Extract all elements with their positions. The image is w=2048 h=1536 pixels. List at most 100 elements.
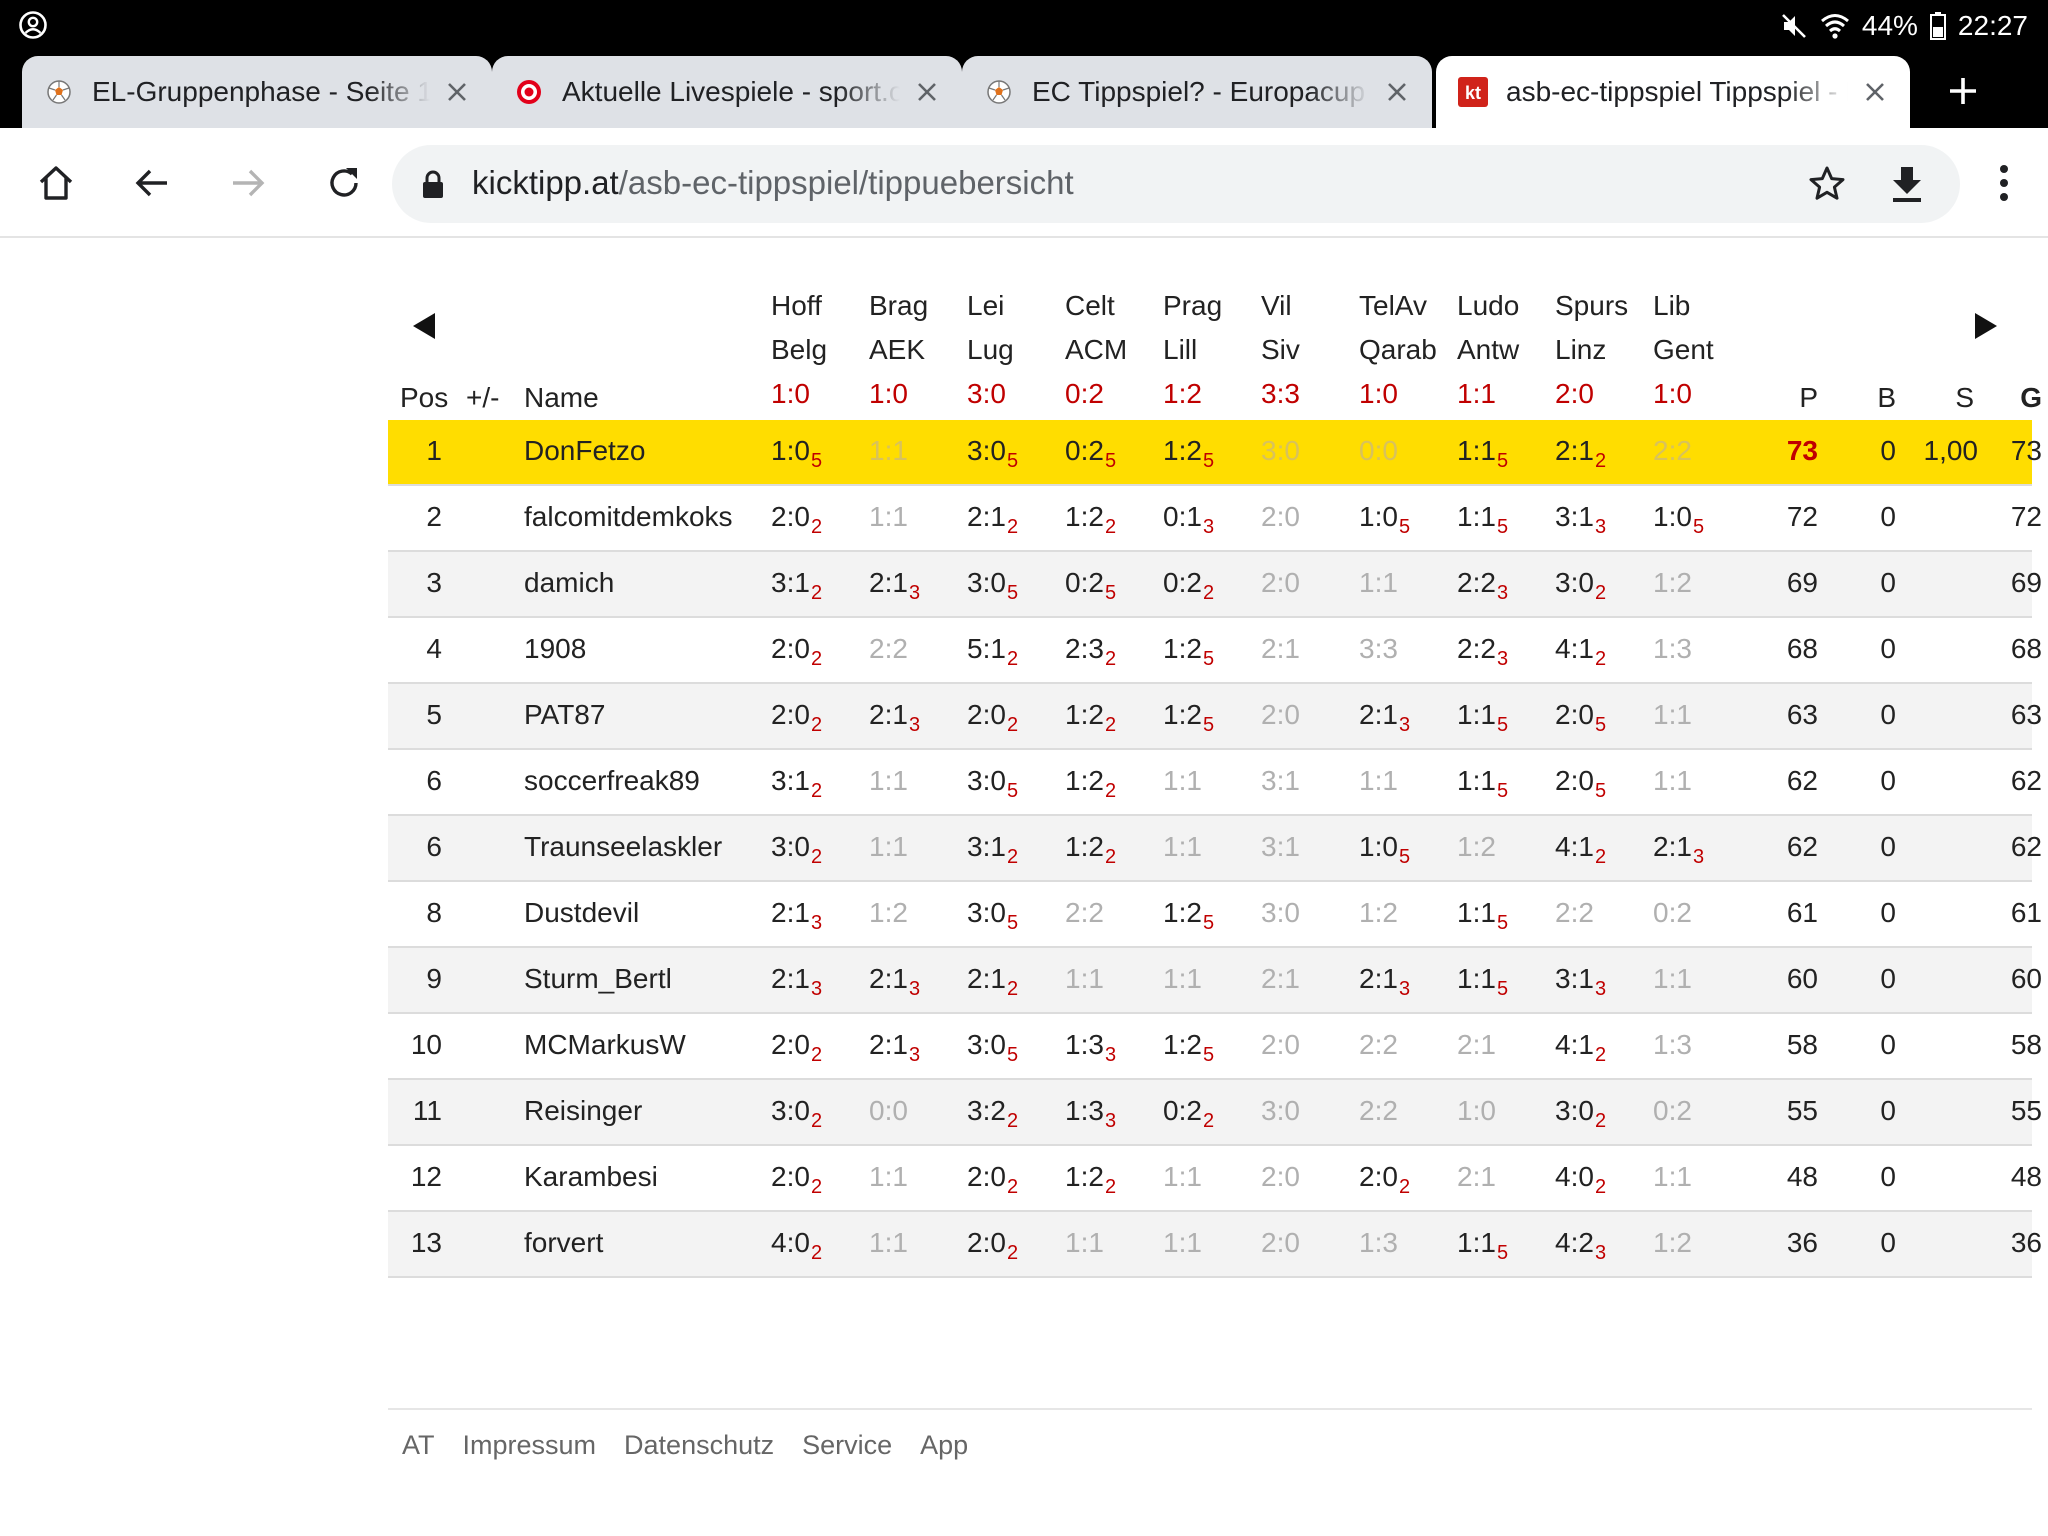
footer-link-at[interactable]: AT xyxy=(402,1430,435,1461)
header-change: +/- xyxy=(466,382,500,413)
match-home-team[interactable]: Vil xyxy=(1261,290,1292,322)
row-tip: 4:12 xyxy=(1555,830,1606,868)
tip-score: 1:0 xyxy=(1457,1095,1496,1126)
new-tab-button[interactable] xyxy=(1940,68,1986,114)
tip-score: 2:1 xyxy=(1457,1029,1496,1060)
match-home-team[interactable]: Hoff xyxy=(771,290,822,322)
match-home-team[interactable]: TelAv xyxy=(1359,290,1427,322)
row-position: 6 xyxy=(426,765,442,796)
match-home-team[interactable]: Lib xyxy=(1653,290,1690,322)
tip-score: 1:1 xyxy=(1457,765,1496,796)
row-tip: 1:3 xyxy=(1653,632,1692,666)
tip-score: 3:0 xyxy=(1261,435,1300,466)
close-tab-icon[interactable] xyxy=(1380,75,1414,109)
close-tab-icon[interactable] xyxy=(1858,75,1892,109)
tip-score: 1:1 xyxy=(1359,567,1398,598)
tab-kicktipp-active[interactable]: kt asb-ec-tippspiel Tippspiel - Kicktipp xyxy=(1436,56,1910,128)
row-tip: 1:22 xyxy=(1065,500,1116,538)
row-player-name[interactable]: Sturm_Bertl xyxy=(524,962,672,996)
tip-points: 5 xyxy=(1006,450,1019,472)
match-home-team[interactable]: Celt xyxy=(1065,290,1115,322)
row-player-name[interactable]: damich xyxy=(524,566,614,600)
row-tip: 1:22 xyxy=(1065,698,1116,736)
tip-score: 1:1 xyxy=(1065,963,1104,994)
row-player-name[interactable]: Reisinger xyxy=(524,1094,642,1128)
match-home-team[interactable]: Ludo xyxy=(1457,290,1519,322)
row-total: 69 xyxy=(2010,567,2042,598)
tip-points: 3 xyxy=(1496,582,1509,604)
tip-score: 1:1 xyxy=(1457,1227,1496,1258)
tip-score: 2:1 xyxy=(1653,831,1692,862)
tip-points: 2 xyxy=(810,1242,823,1264)
reload-button[interactable] xyxy=(316,155,372,211)
tip-points: 5 xyxy=(1006,780,1019,802)
tip-score: 1:2 xyxy=(869,897,908,928)
tip-score: 2:1 xyxy=(1359,963,1398,994)
tip-points: 2 xyxy=(1006,1110,1019,1132)
row-player-name[interactable]: forvert xyxy=(524,1226,603,1260)
row-player-name[interactable]: PAT87 xyxy=(524,698,605,732)
row-tip: 1:25 xyxy=(1163,632,1214,670)
match-result: 0:2 xyxy=(1065,378,1104,409)
row-player-name[interactable]: 1908 xyxy=(524,632,586,666)
forward-button[interactable] xyxy=(220,155,276,211)
tab-aktuelle-livespiele[interactable]: Aktuelle Livespiele - sport.orf.at xyxy=(492,56,962,128)
row-player-name[interactable]: Dustdevil xyxy=(524,896,639,930)
tip-points: 3 xyxy=(1594,1242,1607,1264)
tip-score: 4:1 xyxy=(1555,633,1594,664)
home-button[interactable] xyxy=(28,155,84,211)
tip-score: 1:2 xyxy=(1163,1029,1202,1060)
footer-link-impressum[interactable]: Impressum xyxy=(463,1430,597,1461)
tip-score: 2:1 xyxy=(771,963,810,994)
footer-link-app[interactable]: App xyxy=(920,1430,968,1461)
next-matchday-button[interactable] xyxy=(1966,306,2006,346)
tip-score: 3:2 xyxy=(967,1095,1006,1126)
row-tip: 1:1 xyxy=(869,764,908,798)
row-tip: 2:2 xyxy=(869,632,908,666)
tip-points: 5 xyxy=(1496,912,1509,934)
row-tip: 1:2 xyxy=(1457,830,1496,864)
tab-el-gruppenphase[interactable]: EL-Gruppenphase - Seite 12 - Sport xyxy=(22,56,492,128)
tip-score: 2:2 xyxy=(1457,567,1496,598)
tip-points: 2 xyxy=(1006,978,1019,1000)
match-home-team[interactable]: Spurs xyxy=(1555,290,1628,322)
match-result: 2:0 xyxy=(1555,378,1594,409)
row-player-name[interactable]: soccerfreak89 xyxy=(524,764,700,798)
back-button[interactable] xyxy=(124,155,180,211)
bookmark-button[interactable] xyxy=(1802,159,1852,209)
match-home-team[interactable]: Brag xyxy=(869,290,928,322)
row-total: 36 xyxy=(2010,1227,2042,1258)
row-player-name[interactable]: Karambesi xyxy=(524,1160,658,1194)
tip-score: 1:1 xyxy=(1457,963,1496,994)
row-player-name[interactable]: Traunseelaskler xyxy=(524,830,722,864)
previous-matchday-button[interactable] xyxy=(404,306,444,346)
row-tip: 1:25 xyxy=(1163,1028,1214,1066)
address-bar[interactable]: kicktipp.at/asb-ec-tippspiel/tippuebersi… xyxy=(392,145,1960,223)
tip-points: 5 xyxy=(1398,846,1411,868)
footer-link-datenschutz[interactable]: Datenschutz xyxy=(624,1430,774,1461)
match-home-team[interactable]: Prag xyxy=(1163,290,1222,322)
footer-link-service[interactable]: Service xyxy=(802,1430,892,1461)
row-tip: 1:1 xyxy=(1653,1160,1692,1194)
tip-score: 1:3 xyxy=(1653,633,1692,664)
close-tab-icon[interactable] xyxy=(910,75,944,109)
row-points: 55 xyxy=(1786,1095,1818,1126)
row-player-name[interactable]: MCMarkusW xyxy=(524,1028,686,1062)
row-tip: 2:02 xyxy=(1359,1160,1410,1198)
row-player-name[interactable]: DonFetzo xyxy=(524,434,645,468)
tab-ec-tippspiel[interactable]: EC Tippspiel? - Europacup - ASB xyxy=(962,56,1432,128)
row-tip: 1:2 xyxy=(1653,1226,1692,1260)
table-row: 11 Reisinger 3:02 0:0 3:22 1:33 0:22 3:0 2:2 1:0 3… xyxy=(388,1080,2042,1146)
row-player-name[interactable]: falcomitdemkoks xyxy=(524,500,733,534)
browser-menu-button[interactable] xyxy=(1976,155,2032,211)
download-button[interactable] xyxy=(1882,159,1932,209)
row-bonus: 0 xyxy=(1880,435,1896,466)
tip-score: 2:1 xyxy=(869,963,908,994)
tip-score: 2:0 xyxy=(771,633,810,664)
close-tab-icon[interactable] xyxy=(440,75,474,109)
row-tip: 1:25 xyxy=(1163,896,1214,934)
tip-score: 1:2 xyxy=(1065,699,1104,730)
row-tip: 1:1 xyxy=(1359,764,1398,798)
match-home-team[interactable]: Lei xyxy=(967,290,1004,322)
row-tip: 0:22 xyxy=(1163,1094,1214,1132)
